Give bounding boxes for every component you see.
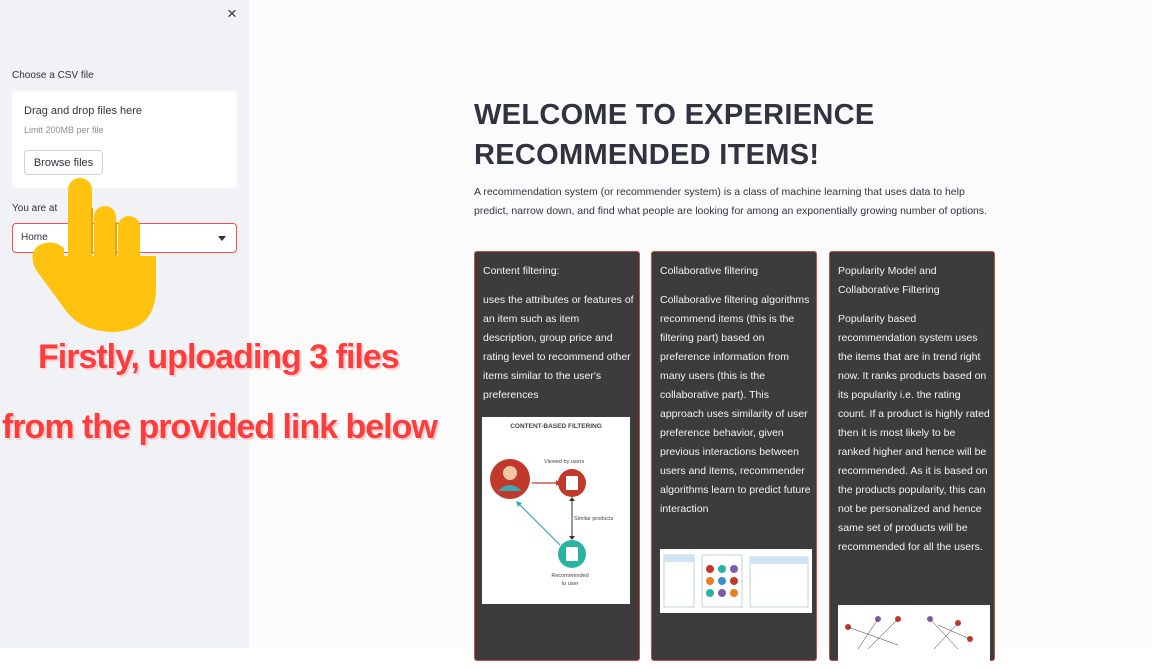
file-dropzone[interactable]: Drag and drop files here Limit 200MB per…	[12, 91, 237, 188]
dropzone-title: Drag and drop files here	[24, 105, 143, 117]
network-graphics	[845, 616, 973, 650]
popularity-network-image	[838, 605, 990, 665]
tutorial-caption-line1: Firstly, uploading 3 files	[38, 338, 400, 376]
intro-paragraph: A recommendation system (or recommender …	[474, 186, 988, 217]
page-title: WELCOME TO EXPERIENCE RECOMMENDED ITEMS!	[474, 99, 875, 171]
card-collaborative-filtering: Collaborative filtering Collaborative fi…	[651, 251, 817, 661]
collaborative-filtering-matrix-image	[660, 549, 812, 613]
close-sidebar-icon[interactable]: ×	[222, 4, 242, 24]
card-title: Content filtering:	[483, 265, 560, 277]
main-content: WELCOME TO EXPERIENCE RECOMMENDED ITEMS!…	[249, 0, 1152, 665]
card-title: Collaborative filtering	[660, 265, 759, 277]
chevron-down-icon[interactable]	[218, 236, 226, 241]
card-popularity-model: Popularity Model and Collaborative Filte…	[829, 251, 995, 665]
pointing-hand-icon	[32, 178, 156, 332]
browse-files-button[interactable]: Browse files	[24, 150, 103, 175]
matrix-graphics	[663, 554, 809, 608]
content-filtering-diagram: CONTENT-BASED FILTERING Viewed by users …	[482, 417, 630, 604]
card-body: Collaborative filtering algorithms recom…	[660, 294, 811, 515]
diagram-graphics	[490, 459, 586, 568]
card-title: Popularity Model and Collaborative Filte…	[838, 265, 940, 296]
dropzone-limit: Limit 200MB per file	[24, 125, 104, 135]
card-content-filtering: Content filtering: uses the attributes o…	[474, 251, 640, 661]
card-body: Popularity based recommendation system u…	[838, 313, 990, 553]
tutorial-caption-line2: from the provided link below	[2, 408, 438, 446]
file-uploader-label: Choose a CSV file	[12, 70, 94, 81]
card-body: uses the attributes or features of an it…	[483, 294, 634, 401]
